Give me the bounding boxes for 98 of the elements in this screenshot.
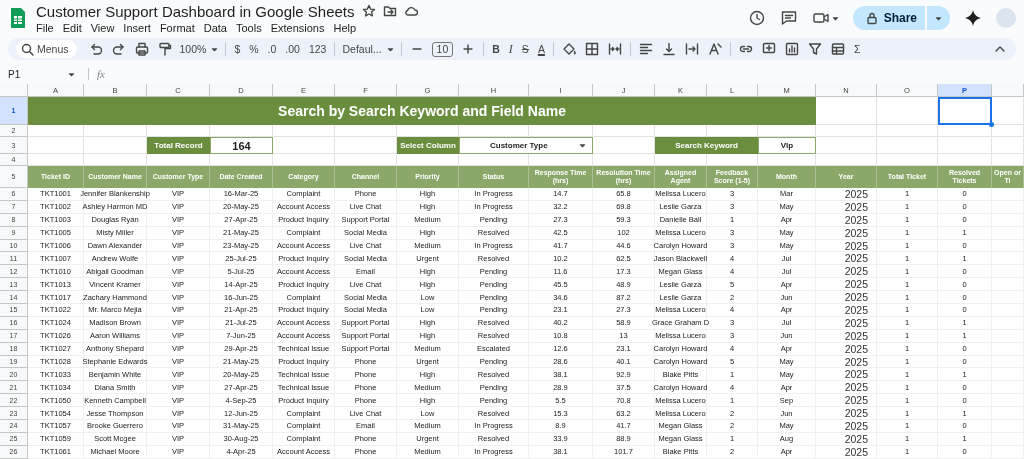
table-cell: 2025 xyxy=(816,355,877,369)
table-cell: 2025 xyxy=(816,381,877,395)
caret-icon xyxy=(211,46,219,52)
table-cell: 2025 xyxy=(816,252,877,266)
spreadsheet-logo-icon[interactable] xyxy=(9,7,27,29)
text-wrap-icon[interactable] xyxy=(683,41,700,57)
menu-item[interactable]: Extensions xyxy=(270,21,325,34)
table-cell: 2025 xyxy=(816,368,877,382)
table-cell: 2025 xyxy=(816,239,877,253)
total-record-label: Total Record xyxy=(147,137,210,154)
toolbar-button[interactable]: .0 xyxy=(266,43,278,55)
search-keyword-field[interactable]: Vlp xyxy=(758,137,816,154)
empty-cell[interactable] xyxy=(992,137,1024,154)
caret-icon xyxy=(579,143,586,148)
menu-item[interactable]: Data xyxy=(203,21,227,34)
menu-item[interactable]: Insert xyxy=(123,21,151,34)
empty-cell[interactable] xyxy=(938,137,992,154)
table-cell: 2025 xyxy=(816,226,877,240)
search-icon xyxy=(20,42,34,56)
table-cell: 2025 xyxy=(816,316,877,330)
document-title[interactable]: Customer Support Dashboard in Google Sheets xyxy=(36,2,355,20)
comment-icon[interactable] xyxy=(779,9,798,27)
avatar[interactable] xyxy=(996,8,1016,28)
column-header[interactable] xyxy=(992,84,1024,97)
select-all-corner[interactable] xyxy=(0,84,28,97)
caret-icon xyxy=(68,71,76,77)
share-button[interactable]: Share xyxy=(852,6,925,30)
table-cell: 2025 xyxy=(816,278,877,292)
filter-icon[interactable] xyxy=(806,41,823,57)
table-cell: 2025 xyxy=(816,329,877,343)
empty-cell[interactable] xyxy=(938,125,992,137)
name-box[interactable]: P1 xyxy=(8,68,80,80)
menu-item[interactable]: Edit xyxy=(62,21,82,34)
text-color-button[interactable]: A xyxy=(536,43,546,55)
toolbar-button[interactable]: .00 xyxy=(284,43,301,55)
toolbar-dropdown[interactable]: Defaul... xyxy=(342,43,394,55)
merge-cells-icon[interactable] xyxy=(606,41,623,57)
cloud-icon[interactable] xyxy=(403,4,418,18)
table-cell: 2025 xyxy=(816,265,877,279)
select-column-label: Select Column xyxy=(397,137,459,154)
menu-item[interactable]: File xyxy=(36,21,54,34)
align-bottom-icon[interactable] xyxy=(660,41,677,57)
sparkle-icon[interactable] xyxy=(964,9,982,27)
borders-icon[interactable] xyxy=(583,41,600,57)
italic-button[interactable]: I xyxy=(507,41,514,57)
function-label: fx xyxy=(97,68,105,80)
caret-icon xyxy=(935,15,942,21)
strikethrough-button[interactable]: S xyxy=(520,43,530,55)
empty-cell[interactable] xyxy=(877,137,938,154)
total-record-value: 164 xyxy=(210,137,273,154)
menu-item[interactable]: Help xyxy=(333,21,357,34)
table-cell: 2025 xyxy=(816,213,877,227)
empty-cell[interactable] xyxy=(877,97,938,125)
table-cell: 2025 xyxy=(816,407,877,421)
text-rotate-icon[interactable] xyxy=(706,41,723,57)
empty-cell[interactable] xyxy=(992,97,1024,125)
share-menu-button[interactable] xyxy=(926,6,950,30)
table-view-icon[interactable] xyxy=(829,41,846,57)
paint-roller-icon[interactable] xyxy=(156,41,173,57)
table-cell: 2025 xyxy=(816,394,877,408)
search-keyword-label: Search Keyword xyxy=(655,137,758,154)
font-size-field[interactable]: 10 xyxy=(431,41,454,57)
toolbar-dropdown[interactable]: 100% xyxy=(179,43,219,55)
lock-icon xyxy=(864,11,879,25)
empty-cell[interactable] xyxy=(992,125,1024,137)
star-icon[interactable] xyxy=(361,4,376,18)
select-column-dropdown[interactable]: Customer Type xyxy=(459,137,593,154)
caret-icon xyxy=(831,15,839,21)
menu-item[interactable]: View xyxy=(90,21,115,34)
chart-icon[interactable] xyxy=(783,41,800,57)
toolbar-button[interactable]: 123 xyxy=(307,43,328,55)
table-cell: 2025 xyxy=(816,188,877,201)
table-cell: 2025 xyxy=(816,342,877,356)
bold-button[interactable]: B xyxy=(491,43,501,55)
menu-item[interactable]: Format xyxy=(159,21,195,34)
empty-cell[interactable] xyxy=(992,188,1024,201)
print-icon[interactable] xyxy=(133,41,150,57)
table-cell: 2025 xyxy=(816,445,877,459)
toolbar-button[interactable]: % xyxy=(248,43,260,55)
caret-icon xyxy=(386,46,394,52)
history-icon[interactable] xyxy=(747,9,766,27)
table-cell: 2025 xyxy=(816,291,877,304)
table-cell: 2025 xyxy=(816,432,877,446)
table-cell: 2025 xyxy=(816,420,877,433)
menus-search[interactable]: Menus xyxy=(16,40,77,58)
toolbar-button[interactable]: Σ xyxy=(852,43,862,55)
toolbar-button[interactable]: $ xyxy=(233,43,242,55)
empty-cell[interactable] xyxy=(816,125,877,137)
empty-cell[interactable] xyxy=(877,125,938,137)
folder-icon[interactable] xyxy=(382,4,397,18)
table-cell: 2025 xyxy=(816,304,877,317)
table-cell: 2025 xyxy=(816,200,877,214)
fill-handle[interactable] xyxy=(989,122,994,127)
selected-cell[interactable] xyxy=(938,97,992,125)
banner-title: Search by Search Keyword and Field Name xyxy=(28,97,816,125)
redo-icon[interactable] xyxy=(110,41,127,57)
menu-item[interactable]: Tools xyxy=(235,21,262,34)
align-left-icon[interactable] xyxy=(637,41,654,57)
